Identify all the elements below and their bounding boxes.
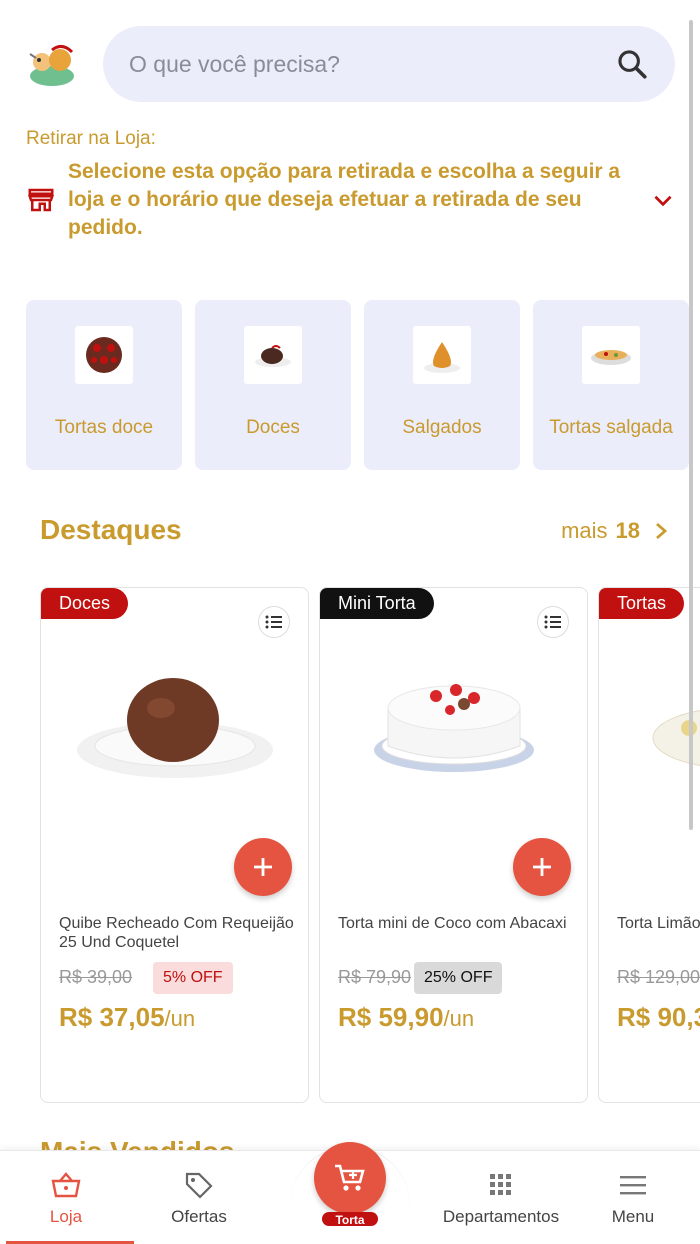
scrollbar[interactable] (689, 20, 693, 830)
add-to-cart-button[interactable] (234, 838, 292, 896)
nav-departments[interactable]: Departamentos (436, 1171, 566, 1227)
nav-menu-label: Menu (611, 1207, 655, 1226)
category-tortas-salgada[interactable]: Tortas salgada (533, 300, 689, 470)
menu-icon (620, 1176, 646, 1195)
product-price: R$ 59,90/un (338, 1002, 474, 1033)
product-price: R$ 90,3 (617, 1002, 700, 1033)
category-image (244, 326, 302, 384)
category-label: Doces (246, 417, 300, 438)
app-logo[interactable] (22, 40, 82, 92)
cart-label: Torta (322, 1212, 378, 1226)
product-card[interactable]: Doces Quibe Recheado Com Requeijão 25 Un… (40, 587, 309, 1103)
category-salgados[interactable]: Salgados (364, 300, 520, 470)
pickup-selector[interactable]: Selecione esta opção para retirada e esc… (26, 158, 676, 242)
product-old-price: R$ 39,00 (59, 967, 133, 987)
search-icon[interactable] (615, 47, 649, 81)
category-list: Tortas doce Doces Salgados Tortas salgad… (26, 300, 700, 470)
pickup-label: Retirar na Loja: (26, 128, 156, 149)
nav-offers-label: Ofertas (171, 1207, 227, 1226)
discount-badge: 5% OFF (153, 962, 233, 994)
nav-store[interactable]: Loja (1, 1171, 131, 1227)
product-tag: Doces (41, 588, 129, 619)
see-more-link[interactable]: mais 18 (561, 518, 668, 544)
chevron-down-icon[interactable] (650, 187, 676, 213)
price-unit: /un (443, 1006, 475, 1031)
product-price: R$ 37,05/un (59, 1002, 195, 1033)
grid-icon (490, 1174, 511, 1195)
price-value: R$ 37,05 (59, 1002, 165, 1032)
product-name: Torta Limão 10 Pessoas (617, 915, 700, 932)
add-to-cart-button[interactable] (513, 838, 571, 896)
nav-offers[interactable]: Ofertas (134, 1171, 264, 1227)
plus-icon (254, 858, 272, 876)
tag-icon (185, 1172, 213, 1199)
basket-icon (51, 1172, 81, 1198)
product-tag: Mini Torta (320, 588, 434, 619)
product-card[interactable]: Tortas Torta Limão 10 Pessoas R$ 129,00 … (598, 587, 700, 1103)
list-icon[interactable] (258, 606, 290, 638)
product-name: Torta mini de Coco com Abacaxi (338, 915, 567, 932)
category-image (413, 326, 471, 384)
category-tortas-doce[interactable]: Tortas doce (26, 300, 182, 470)
cart-fab-wrapper: Torta (290, 1126, 410, 1244)
search-bar[interactable]: O que você precisa? (103, 26, 675, 102)
search-input[interactable]: O que você precisa? (129, 51, 615, 78)
product-tag: Tortas (599, 588, 685, 619)
chevron-right-icon (656, 522, 668, 540)
nav-store-label: Loja (49, 1207, 83, 1226)
price-value: R$ 90,3 (617, 1002, 700, 1032)
cart-icon (335, 1164, 365, 1191)
featured-products: Doces Quibe Recheado Com Requeijão 25 Un… (40, 587, 700, 1103)
product-image[interactable] (61, 638, 290, 818)
see-more-label: mais (561, 518, 608, 543)
see-more-count: 18 (615, 518, 640, 543)
plus-icon (533, 858, 551, 876)
discount-badge: 25% OFF (414, 962, 503, 994)
product-image[interactable] (619, 638, 700, 818)
category-doces[interactable]: Doces (195, 300, 351, 470)
category-image (75, 326, 133, 384)
product-old-price: R$ 129,00 (617, 967, 700, 987)
pickup-description: Selecione esta opção para retirada e esc… (68, 160, 621, 239)
product-image[interactable] (340, 638, 569, 818)
price-value: R$ 59,90 (338, 1002, 444, 1032)
store-icon (28, 188, 54, 212)
nav-menu[interactable]: Menu (568, 1171, 698, 1227)
nav-departments-label: Departamentos (442, 1207, 560, 1226)
product-old-price: R$ 79,90 (338, 967, 412, 987)
section-title-destaques: Destaques (40, 514, 182, 545)
product-name: Quibe Recheado Com Requeijão 25 Und Coqu… (59, 915, 294, 951)
category-label: Tortas doce (54, 417, 154, 438)
category-label: Salgados (402, 417, 482, 438)
category-image (582, 326, 640, 384)
product-card[interactable]: Mini Torta Torta mini de Coco com Abacax… (319, 587, 588, 1103)
category-label: Tortas salgada (549, 417, 673, 438)
price-unit: /un (164, 1006, 196, 1031)
list-icon[interactable] (537, 606, 569, 638)
cart-button[interactable] (314, 1142, 386, 1214)
